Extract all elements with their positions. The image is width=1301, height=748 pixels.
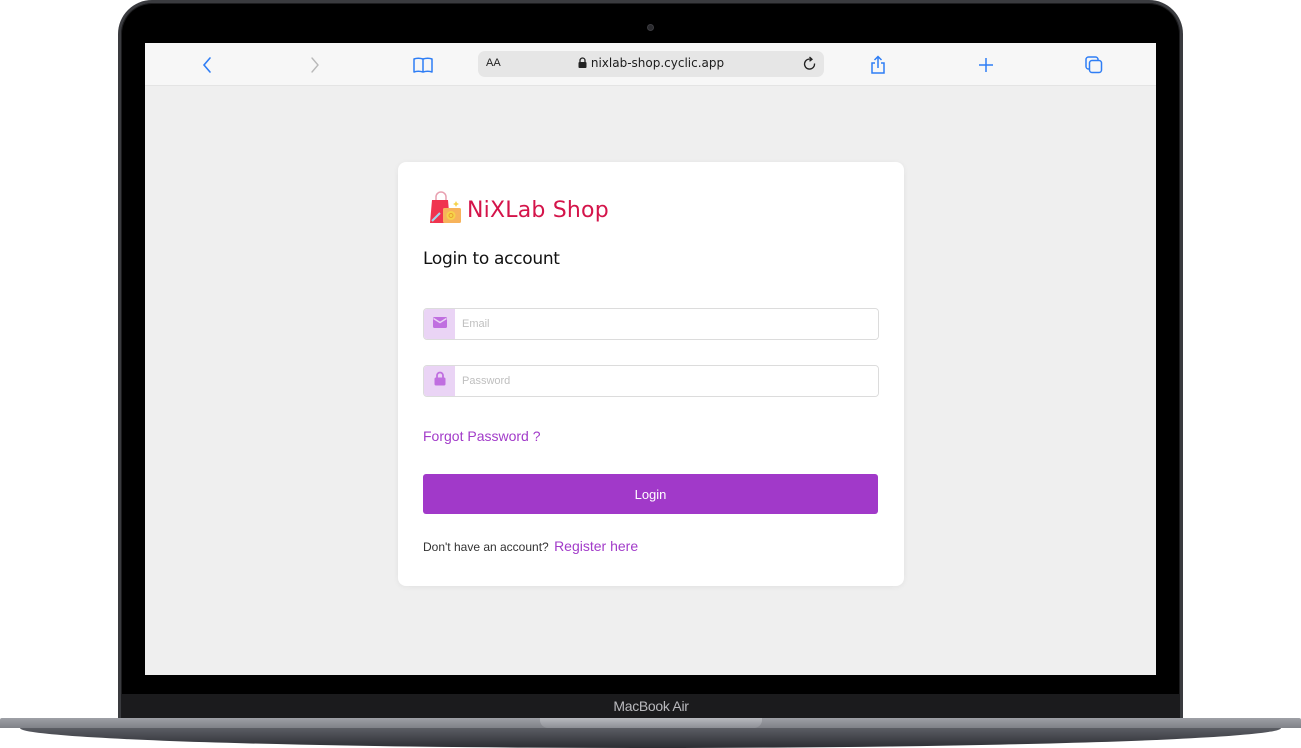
url-text: nixlab-shop.cyclic.app bbox=[590, 56, 725, 70]
forgot-password-link[interactable]: Forgot Password ? bbox=[423, 428, 541, 444]
new-tab-button[interactable] bbox=[974, 53, 998, 77]
forward-button[interactable] bbox=[303, 53, 327, 77]
login-card: NiXLab Shop Login to account Forgot Pass… bbox=[398, 162, 904, 586]
bookmarks-button[interactable] bbox=[411, 53, 435, 77]
back-button[interactable] bbox=[195, 53, 219, 77]
laptop-base-bottom bbox=[20, 728, 1281, 748]
brand-name: NiXLab Shop bbox=[467, 197, 609, 223]
brand-logo[interactable]: NiXLab Shop bbox=[428, 190, 609, 230]
reload-button[interactable] bbox=[800, 54, 820, 74]
plus-icon bbox=[977, 56, 995, 74]
device-label: MacBook Air bbox=[613, 698, 689, 714]
browser-screen: AA nixlab-shop.cyclic.app NiXLab Shop Lo… bbox=[145, 43, 1156, 675]
address-bar[interactable]: AA nixlab-shop.cyclic.app bbox=[478, 51, 824, 77]
login-button[interactable]: Login bbox=[423, 474, 878, 514]
tabs-overview-button[interactable] bbox=[1082, 53, 1106, 77]
laptop-base bbox=[0, 718, 1301, 748]
password-field bbox=[423, 365, 879, 397]
email-field-icon-box bbox=[424, 309, 455, 339]
password-field-icon-box bbox=[424, 366, 455, 396]
laptop-opening-notch bbox=[540, 718, 762, 728]
camera bbox=[647, 24, 654, 31]
share-icon bbox=[869, 55, 887, 75]
register-prompt: Don't have an account? bbox=[423, 540, 549, 554]
share-button[interactable] bbox=[866, 53, 890, 77]
lock-icon bbox=[434, 371, 446, 391]
page-title: Login to account bbox=[423, 249, 560, 269]
register-row: Don't have an account? Register here bbox=[423, 538, 638, 554]
email-field bbox=[423, 308, 879, 340]
laptop-chin: MacBook Air bbox=[122, 694, 1180, 720]
email-input[interactable] bbox=[455, 309, 878, 339]
envelope-icon bbox=[432, 315, 447, 333]
reload-icon bbox=[800, 56, 820, 78]
browser-toolbar: AA nixlab-shop.cyclic.app bbox=[145, 43, 1156, 86]
shopping-bag-icon bbox=[428, 190, 464, 230]
register-link[interactable]: Register here bbox=[554, 538, 638, 554]
forward-icon bbox=[309, 56, 321, 74]
book-icon bbox=[412, 56, 434, 74]
back-icon bbox=[201, 56, 213, 74]
password-input[interactable] bbox=[455, 366, 878, 396]
tabs-icon bbox=[1084, 55, 1104, 75]
lock-icon bbox=[578, 57, 587, 68]
